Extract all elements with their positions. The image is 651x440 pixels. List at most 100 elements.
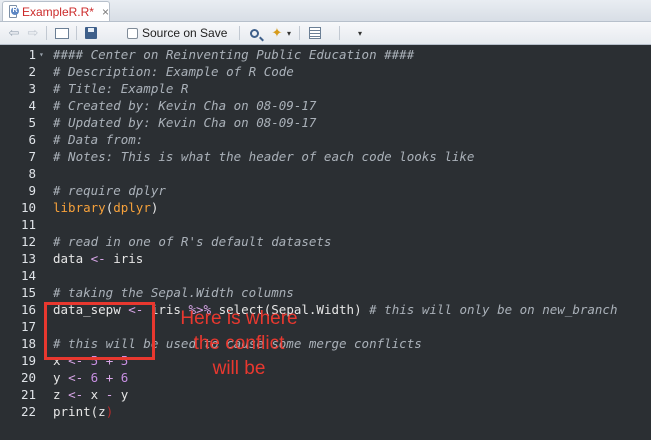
code-token: ) bbox=[150, 200, 159, 215]
annotation-line-1: Here is where bbox=[180, 308, 298, 329]
code-editor[interactable]: 1 ▾ #### Center on Reinventing Public Educ… bbox=[0, 45, 651, 440]
show-in-window-button[interactable] bbox=[54, 26, 70, 40]
code-text: # Updated by: Kevin Cha on 08-09-17 bbox=[53, 114, 316, 131]
code-token: ) bbox=[105, 404, 114, 419]
code-token: print bbox=[53, 404, 91, 419]
code-token: # read in one of R's default datasets bbox=[53, 234, 332, 249]
chevron-down-icon[interactable]: ▾ bbox=[285, 26, 293, 40]
code-text: y <- 6 + 6 bbox=[53, 369, 128, 386]
window-icon bbox=[55, 27, 69, 39]
forward-arrow-icon[interactable]: ⇨ bbox=[25, 25, 41, 40]
line-number: 4 bbox=[28, 98, 36, 113]
compile-report-button[interactable] bbox=[307, 26, 323, 40]
conflict-highlight-box bbox=[44, 302, 155, 360]
code-line[interactable]: 3 # Title: Example R bbox=[0, 80, 651, 97]
line-number: 1 bbox=[28, 47, 36, 62]
line-number: 6 bbox=[28, 132, 36, 147]
code-line[interactable]: 22 print(z) bbox=[0, 403, 651, 420]
line-number: 11 bbox=[20, 217, 36, 232]
code-token: z bbox=[98, 404, 106, 419]
code-token: ) bbox=[354, 302, 362, 317]
code-line[interactable]: 11 bbox=[0, 216, 651, 233]
code-text: # Title: Example R bbox=[53, 80, 188, 97]
code-text: # Created by: Kevin Cha on 08-09-17 bbox=[53, 97, 316, 114]
code-token: # Notes: This is what the header of each… bbox=[53, 149, 475, 164]
line-number: 18 bbox=[20, 336, 36, 351]
line-number: 20 bbox=[20, 370, 36, 385]
code-token: # taking the Sepal.Width columns bbox=[53, 285, 294, 300]
code-token: #### Center on Reinventing Public Educat… bbox=[53, 47, 415, 62]
line-number: 15 bbox=[20, 285, 36, 300]
line-number: 19 bbox=[20, 353, 36, 368]
code-line[interactable]: 5 # Updated by: Kevin Cha on 08-09-17 bbox=[0, 114, 651, 131]
code-line[interactable]: 12 # read in one of R's default datasets bbox=[0, 233, 651, 250]
toolbar-separator bbox=[299, 26, 300, 40]
close-icon[interactable]: × bbox=[102, 6, 109, 18]
checkbox-icon bbox=[126, 27, 138, 39]
code-text: # taking the Sepal.Width columns bbox=[53, 284, 294, 301]
r-file-badge: R bbox=[11, 7, 19, 15]
code-line[interactable]: 10 library(dplyr) bbox=[0, 199, 651, 216]
code-token: x bbox=[83, 387, 106, 402]
code-token: data bbox=[53, 251, 91, 266]
annotation-line-3: will be bbox=[212, 358, 266, 379]
code-text: # Description: Example of R Code bbox=[53, 63, 294, 80]
line-number: 7 bbox=[28, 149, 36, 164]
tab-title: ExampleR.R* bbox=[21, 4, 94, 19]
code-line[interactable]: 2 # Description: Example of R Code bbox=[0, 63, 651, 80]
code-token: # Description: Example of R Code bbox=[53, 64, 294, 79]
code-line[interactable]: 6 # Data from: bbox=[0, 131, 651, 148]
code-text: library(dplyr) bbox=[53, 199, 158, 216]
line-number: 10 bbox=[20, 200, 36, 215]
source-on-save-label[interactable]: Source on Save bbox=[142, 26, 227, 40]
code-token: # Title: Example R bbox=[53, 81, 189, 96]
code-token: z bbox=[53, 387, 69, 402]
fold-toggle-icon[interactable]: ▾ bbox=[39, 46, 44, 63]
code-line[interactable]: 9 # require dplyr bbox=[0, 182, 651, 199]
r-file-icon: R bbox=[9, 5, 19, 18]
code-token: iris bbox=[105, 251, 144, 266]
code-token: + bbox=[98, 370, 121, 385]
code-token: 6 bbox=[120, 370, 129, 385]
code-line[interactable]: 13 data <- iris bbox=[0, 250, 651, 267]
line-number: 5 bbox=[28, 115, 36, 130]
back-arrow-icon[interactable]: ⇦ bbox=[6, 25, 22, 40]
code-token: y bbox=[113, 387, 129, 402]
find-replace-button[interactable] bbox=[246, 26, 262, 40]
toolbar-separator bbox=[339, 26, 340, 40]
code-line[interactable]: 14 bbox=[0, 267, 651, 284]
code-text: # Data from: bbox=[53, 131, 143, 148]
notebook-icon bbox=[309, 27, 321, 39]
editor-tab-bar: R ExampleR.R* × bbox=[0, 0, 651, 22]
code-token: # require dplyr bbox=[53, 183, 166, 198]
code-tools-wand-icon[interactable]: ✦ bbox=[270, 25, 284, 40]
line-number: 16 bbox=[20, 302, 36, 317]
code-token: # this will only be on new_branch bbox=[361, 302, 618, 317]
tab-example-r[interactable]: R ExampleR.R* × bbox=[2, 1, 110, 21]
code-token: <- bbox=[68, 370, 84, 385]
code-line[interactable]: 4 # Created by: Kevin Cha on 08-09-17 bbox=[0, 97, 651, 114]
code-line[interactable]: 21 z <- x - y bbox=[0, 386, 651, 403]
code-token: <- bbox=[90, 251, 106, 266]
code-line[interactable]: 20 y <- 6 + 6 bbox=[0, 369, 651, 386]
save-button[interactable] bbox=[83, 26, 99, 40]
code-line[interactable]: 8 bbox=[0, 165, 651, 182]
line-number: 8 bbox=[28, 166, 36, 181]
code-line[interactable]: 15 # taking the Sepal.Width columns bbox=[0, 284, 651, 301]
code-token: library bbox=[53, 200, 106, 215]
code-token: # Data from: bbox=[53, 132, 144, 147]
source-on-save-checkbox[interactable] bbox=[125, 26, 139, 40]
line-number: 14 bbox=[20, 268, 36, 283]
toolbar-separator bbox=[239, 26, 240, 40]
code-text: # Notes: This is what the header of each… bbox=[53, 148, 474, 165]
line-number: 3 bbox=[28, 81, 36, 96]
chevron-down-icon[interactable]: ▾ bbox=[355, 26, 365, 40]
code-line[interactable]: 7 # Notes: This is what the header of eac… bbox=[0, 148, 651, 165]
search-icon bbox=[249, 28, 259, 38]
toolbar-separator bbox=[46, 26, 47, 40]
code-text: # read in one of R's default datasets bbox=[53, 233, 331, 250]
line-number: 21 bbox=[20, 387, 36, 402]
code-token: # Updated by: Kevin Cha on 08-09-17 bbox=[53, 115, 317, 130]
line-number: 2 bbox=[28, 64, 36, 79]
code-line[interactable]: 1 ▾ #### Center on Reinventing Public Educ… bbox=[0, 46, 651, 63]
